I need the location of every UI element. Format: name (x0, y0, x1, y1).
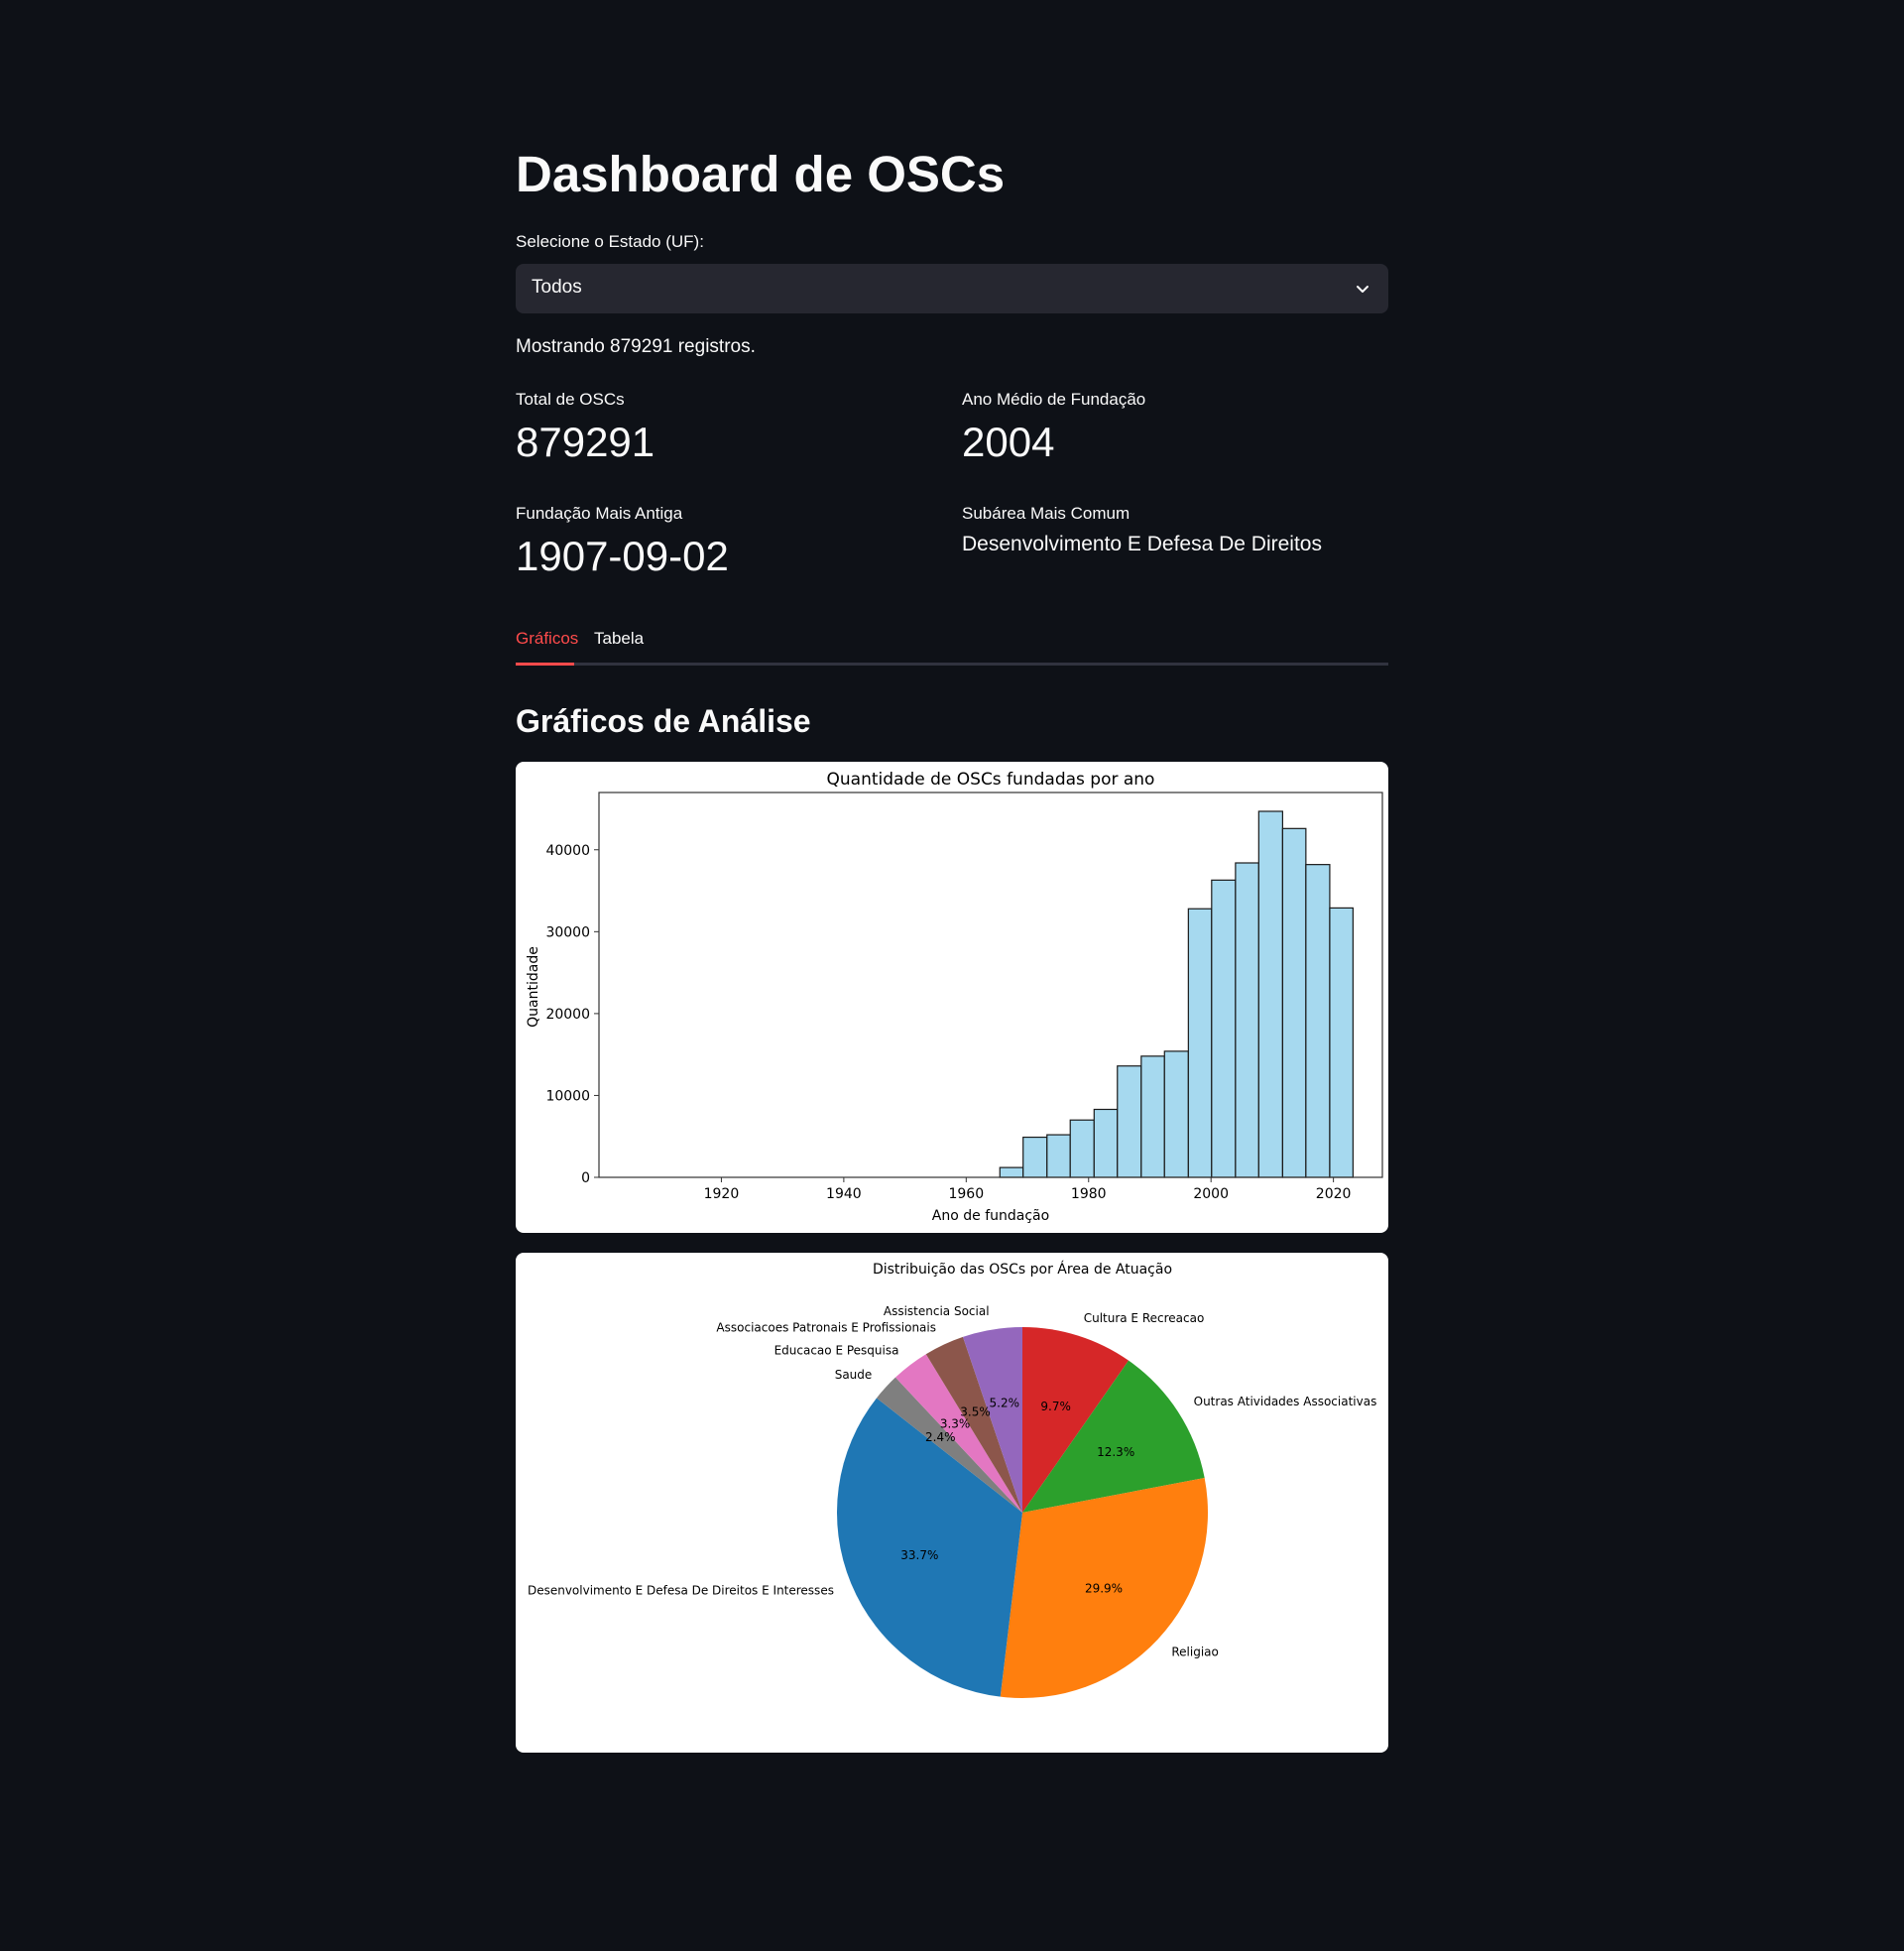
x-axis-label: Ano de fundação (932, 1208, 1049, 1224)
metric-value: 879291 (516, 419, 655, 465)
pie-percent-label: 33.7% (900, 1548, 938, 1562)
pie-slice-label: Saude (835, 1368, 873, 1382)
pie-percent-label: 2.4% (925, 1430, 956, 1444)
pie-chart-panel: Distribuição das OSCs por Área de Atuaçã… (516, 1253, 1388, 1753)
tab-tabela[interactable]: Tabela (594, 628, 644, 650)
tab-bar: Gráficos Tabela (516, 621, 1388, 666)
x-tick-label: 1920 (704, 1186, 740, 1202)
chart-title: Distribuição das OSCs por Área de Atuaçã… (873, 1261, 1172, 1278)
pie-chart: Distribuição das OSCs por Área de Atuaçã… (528, 1261, 1377, 1698)
metric-total-oscs: Total de OSCs 879291 (516, 389, 942, 470)
metric-oldest-foundation: Fundação Mais Antiga 1907-09-02 (516, 503, 942, 584)
x-tick-label: 1960 (948, 1186, 984, 1202)
metric-label: Total de OSCs (516, 390, 625, 409)
histogram-bar (1187, 908, 1213, 1178)
histogram-bar (1022, 1136, 1048, 1178)
section-title: Gráficos de Análise (516, 703, 811, 739)
histogram-chart: Quantidade de OSCs fundadas por ano 1920… (526, 770, 1383, 1224)
tab-divider (516, 663, 1388, 666)
histogram-chart-panel: Quantidade de OSCs fundadas por ano 1920… (516, 762, 1388, 1233)
x-tick-label: 2020 (1316, 1186, 1352, 1202)
histogram-bar (1235, 862, 1259, 1178)
metric-label: Subárea Mais Comum (962, 504, 1130, 523)
histogram-bar (1305, 864, 1331, 1178)
tab-graficos[interactable]: Gráficos (516, 628, 578, 650)
histogram-bar (1163, 1050, 1189, 1178)
histogram-bar (1140, 1055, 1165, 1178)
histogram-bar (1046, 1134, 1071, 1178)
state-select[interactable]: Todos (516, 264, 1388, 313)
histogram-bar (1329, 907, 1354, 1178)
histogram-bar (1281, 827, 1307, 1178)
pie-percent-label: 5.2% (990, 1396, 1020, 1409)
pie-percent-label: 9.7% (1040, 1400, 1071, 1413)
y-axis-label: Quantidade (526, 946, 541, 1028)
y-tick-label: 40000 (545, 843, 590, 859)
histogram-bar (1211, 879, 1237, 1178)
state-select-label: Selecione o Estado (UF): (516, 232, 704, 251)
page-title: Dashboard de OSCs (516, 146, 1006, 202)
metric-top-subarea: Subárea Mais Comum Desenvolvimento E Def… (962, 503, 1388, 558)
metric-value: 1907-09-02 (516, 533, 729, 579)
pie-percent-label: 12.3% (1097, 1445, 1134, 1459)
histogram-bar (999, 1166, 1024, 1178)
y-tick-label: 0 (581, 1170, 590, 1186)
pie-slice-label: Associacoes Patronais E Profissionais (716, 1321, 936, 1335)
pie-slice-label: Cultura E Recreacao (1084, 1311, 1205, 1325)
pie-percent-label: 29.9% (1085, 1582, 1123, 1596)
y-tick-label: 20000 (545, 1007, 590, 1023)
pie-slice-label: Assistencia Social (884, 1304, 990, 1318)
chevron-down-icon (1357, 286, 1368, 293)
metric-label: Fundação Mais Antiga (516, 504, 683, 523)
pie-slice-label: Educacao E Pesquisa (774, 1343, 899, 1357)
x-tick-label: 1980 (1071, 1186, 1107, 1202)
x-tick-label: 2000 (1193, 1186, 1229, 1202)
metric-avg-foundation-year: Ano Médio de Fundação 2004 (962, 389, 1388, 470)
histogram-bar (1117, 1065, 1142, 1178)
metric-label: Ano Médio de Fundação (962, 390, 1146, 409)
metric-value: Desenvolvimento E Defesa De Direitos (962, 533, 1322, 555)
metric-value: 2004 (962, 419, 1055, 465)
y-tick-label: 10000 (545, 1088, 590, 1104)
tab-active-indicator (516, 663, 574, 666)
records-count-text: Mostrando 879291 registros. (516, 336, 756, 357)
pie-percent-label: 3.3% (940, 1417, 971, 1431)
pie-slice-label: Desenvolvimento E Defesa De Direitos E I… (528, 1584, 834, 1598)
histogram-bar (1069, 1119, 1095, 1178)
pie-slice-label: Outras Atividades Associativas (1194, 1395, 1377, 1408)
histogram-bar (1257, 810, 1283, 1178)
x-tick-label: 1940 (826, 1186, 862, 1202)
histogram-bar (1093, 1108, 1119, 1178)
pie-percent-label: 3.5% (960, 1404, 991, 1418)
pie-slice-label: Religiao (1171, 1645, 1219, 1658)
chart-title: Quantidade de OSCs fundadas por ano (827, 770, 1155, 790)
y-tick-label: 30000 (545, 924, 590, 940)
state-select-value: Todos (532, 277, 582, 298)
